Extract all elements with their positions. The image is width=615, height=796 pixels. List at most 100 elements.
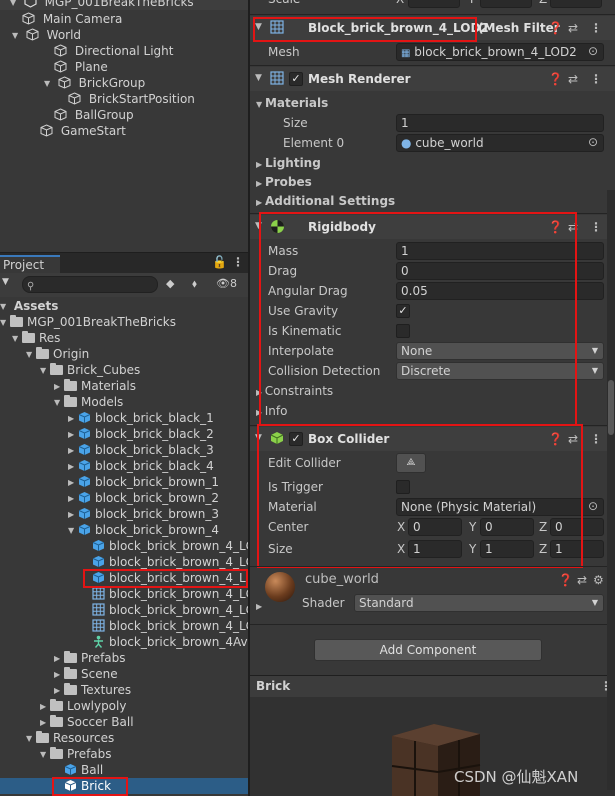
tree-item[interactable]: ▶ block_brick_black_3 [68, 442, 214, 458]
chevron-right-icon[interactable]: ▶ [40, 699, 50, 714]
kebab-menu-icon[interactable]: ⋮ [590, 68, 602, 90]
object-picker-icon[interactable]: ⊙ [588, 44, 598, 58]
hierarchy-item[interactable]: Plane [54, 59, 108, 75]
tree-item[interactable]: ▼ MGP_001BreakTheBricks [0, 314, 176, 330]
hierarchy-item[interactable]: GameStart [40, 123, 126, 139]
materials-foldout[interactable]: ▼ Materials [256, 94, 328, 112]
info-foldout[interactable]: ▶ Info [256, 402, 287, 420]
chevron-down-icon[interactable]: ▼ [255, 73, 262, 83]
project-search-input[interactable]: ⚲ [22, 276, 158, 293]
tree-item[interactable]: Ball [64, 762, 103, 778]
chevron-right-icon[interactable]: ▶ [68, 411, 78, 426]
tree-item[interactable]: ▼ Prefabs [40, 746, 112, 762]
chevron-right-icon[interactable]: ▶ [54, 379, 64, 394]
add-dropdown-icon[interactable]: ▼ [2, 277, 9, 287]
scale-z-field[interactable] [550, 0, 602, 8]
hierarchy-item[interactable]: ▼ BrickGroup [44, 75, 145, 91]
chevron-down-icon[interactable]: ▼ [54, 395, 64, 410]
hidden-packages-icon[interactable]: 👁8 [216, 277, 237, 290]
center-y-field[interactable]: 0 [480, 518, 534, 536]
tree-item-selected[interactable]: Brick [0, 778, 248, 794]
enabled-checkbox[interactable]: ✓ [289, 72, 303, 86]
tree-item[interactable]: ▶ block_brick_black_1 [68, 410, 214, 426]
edit-collider-button[interactable]: ⟁ [396, 453, 426, 473]
chevron-right-icon[interactable]: ▶ [68, 507, 78, 522]
tree-item[interactable]: ▶ block_brick_brown_2 [68, 490, 219, 506]
tree-item[interactable]: ▼ Resources [26, 730, 114, 746]
enabled-checkbox[interactable]: ✓ [289, 432, 303, 446]
center-z-field[interactable]: 0 [550, 518, 604, 536]
chevron-right-icon[interactable]: ▶ [54, 651, 64, 666]
help-icon[interactable]: ❓ [548, 428, 563, 450]
tree-item[interactable]: ▶ block_brick_black_2 [68, 426, 214, 442]
is-trigger-checkbox[interactable] [396, 480, 410, 494]
object-picker-icon[interactable]: ⊙ [588, 499, 598, 513]
tree-item[interactable]: ▶ Prefabs [54, 650, 126, 666]
hierarchy-item[interactable]: ▼ World [12, 27, 81, 43]
tree-item[interactable]: ▼ Brick_Cubes [40, 362, 140, 378]
is-kinematic-checkbox[interactable] [396, 324, 410, 338]
mesh-object-field[interactable]: ▦ block_brick_brown_4_LOD2 [396, 43, 604, 61]
tree-item[interactable]: ▶ Scene [54, 666, 118, 682]
tree-item[interactable]: block_brick_brown_4_LC [92, 602, 254, 618]
tree-item[interactable]: block_brick_brown_4_LC [92, 538, 254, 554]
inspector-scrollbar[interactable] [607, 190, 615, 790]
help-icon[interactable]: ❓ [558, 569, 573, 591]
chevron-right-icon[interactable]: ▶ [68, 491, 78, 506]
chevron-down-icon[interactable]: ▼ [44, 76, 54, 91]
tree-item[interactable]: block_brick_brown_4_LC [92, 570, 254, 586]
chevron-down-icon[interactable]: ▼ [10, 0, 20, 10]
tree-item[interactable]: ▶ Textures [54, 682, 131, 698]
tree-item[interactable]: ▶ Lowlypoly [40, 698, 126, 714]
add-component-button[interactable]: Add Component [314, 639, 542, 661]
inspector-scrollbar-thumb[interactable] [608, 380, 614, 435]
preview-header[interactable]: Brick ⋮ [250, 675, 615, 697]
kebab-menu-icon[interactable]: ⋮ [590, 17, 602, 39]
chevron-down-icon[interactable]: ▼ [12, 28, 22, 43]
kebab-menu-icon[interactable]: ⋮ [590, 216, 602, 238]
tree-item[interactable]: ▶ block_brick_brown_1 [68, 474, 219, 490]
chevron-down-icon[interactable]: ▼ [26, 347, 36, 362]
element0-object-field[interactable]: ● cube_world [396, 134, 604, 152]
chevron-right-icon[interactable]: ▶ [68, 475, 78, 490]
chevron-down-icon[interactable]: ▼ [255, 22, 262, 32]
interpolate-dropdown[interactable]: None ▼ [396, 342, 604, 360]
chevron-right-icon[interactable]: ▶ [54, 667, 64, 682]
help-icon[interactable]: ❓ [548, 68, 563, 90]
tree-item[interactable]: ▶ Soccer Ball [40, 714, 134, 730]
horizontal-divider[interactable] [0, 252, 248, 253]
mass-field[interactable]: 1 [396, 242, 604, 260]
scale-x-field[interactable] [408, 0, 460, 8]
search-by-label-icon[interactable]: ⬧ [192, 277, 197, 291]
chevron-down-icon[interactable]: ▼ [255, 433, 262, 443]
materials-size-field[interactable]: 1 [396, 114, 604, 132]
tree-item[interactable]: ▼ Assets [0, 298, 58, 314]
size-x-field[interactable]: 1 [408, 540, 462, 558]
tree-item[interactable]: ▶ Materials [54, 378, 136, 394]
presets-icon[interactable]: ⇄ [568, 68, 578, 90]
hierarchy-item[interactable]: BrickStartPosition [68, 91, 195, 107]
tree-item[interactable]: ▶ block_brick_black_4 [68, 458, 214, 474]
chevron-right-icon[interactable]: ▶ [68, 459, 78, 474]
gear-icon[interactable]: ⚙ [593, 569, 604, 591]
physic-material-field[interactable]: None (Physic Material) [396, 498, 604, 516]
tree-item[interactable]: ▼ Origin [26, 346, 89, 362]
presets-icon[interactable]: ⇄ [568, 216, 578, 238]
hierarchy-item[interactable]: Main Camera [22, 11, 122, 27]
presets-icon[interactable]: ⇄ [577, 569, 587, 591]
lighting-foldout[interactable]: ▶ Lighting [256, 154, 321, 172]
kebab-menu-icon[interactable]: ⋮ [590, 428, 602, 450]
help-icon[interactable]: ❓ [548, 17, 563, 39]
chevron-down-icon[interactable]: ▼ [0, 299, 10, 314]
chevron-right-icon[interactable]: ▶ [68, 443, 78, 458]
center-x-field[interactable]: 0 [408, 518, 462, 536]
lock-icon[interactable]: 🔓 [212, 255, 227, 269]
chevron-down-icon[interactable]: ▼ [12, 331, 22, 346]
chevron-down-icon[interactable]: ▼ [40, 747, 50, 762]
chevron-down-icon[interactable]: ▼ [26, 731, 36, 746]
chevron-right-icon[interactable]: ▶ [40, 715, 50, 730]
tree-item[interactable]: ▼ Res [12, 330, 60, 346]
shader-dropdown[interactable]: Standard ▼ [354, 594, 604, 612]
tree-item[interactable]: block_brick_brown_4_LC [92, 618, 254, 634]
object-picker-icon[interactable]: ⊙ [588, 135, 598, 149]
